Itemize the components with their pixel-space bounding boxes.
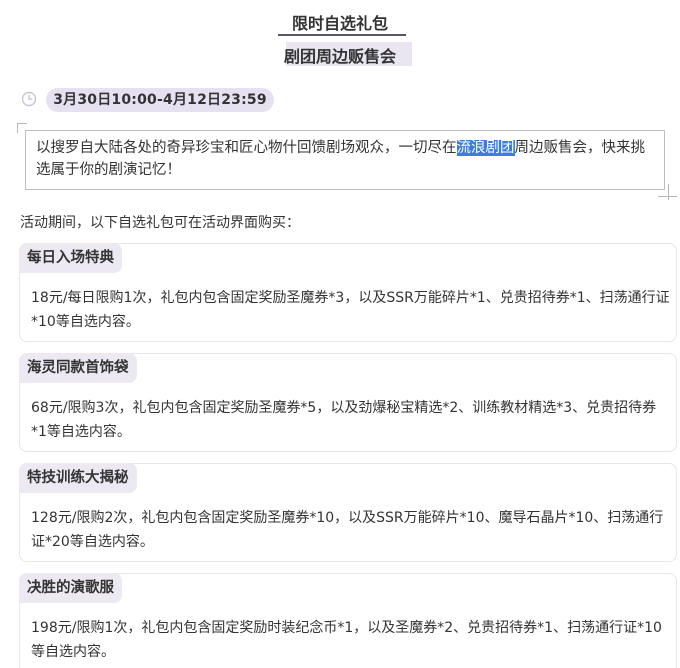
intro-highlight: 流浪剧团 bbox=[456, 140, 515, 156]
pack-name: 特技训练大揭秘 bbox=[19, 463, 137, 493]
pack-description: 68元/限购3次，礼包内包含固定奖励圣魔券*5，以及劲爆秘宝精选*2、训练教材精… bbox=[31, 400, 657, 440]
pack-name: 海灵同款首饰袋 bbox=[19, 353, 137, 383]
intro-corner-tl-h bbox=[17, 123, 27, 124]
intro-box: 以搜罗自大陆各处的奇异珍宝和匠心物什回馈剧场观众，一切尽在流浪剧团周边贩售会，快… bbox=[25, 130, 665, 190]
pack-description: 128元/限购2次，礼包内包含固定奖励圣魔券*10，以及SSR万能碎片*10、魔… bbox=[31, 510, 664, 550]
pack-description: 18元/每日限购1次，礼包内包含固定奖励圣魔券*3，以及SSR万能碎片*1、兑贵… bbox=[31, 290, 670, 330]
pack-name: 每日入场特典 bbox=[19, 243, 122, 273]
page-subtitle: 剧团周边贩售会 bbox=[283, 47, 396, 66]
intro-corner-tl-v bbox=[17, 123, 18, 133]
pack-description: 198元/限购1次，礼包内包含固定奖励时装纪念币*1，以及圣魔券*2、兑贵招待券… bbox=[31, 620, 662, 660]
intro-text-before: 以搜罗自大陆各处的奇异珍宝和匠心物什回馈剧场观众，一切尽在 bbox=[36, 140, 457, 156]
event-date-range: 3月30日10:00-4月12日23:59 bbox=[46, 88, 274, 112]
clock-icon bbox=[21, 91, 37, 107]
pack-name: 决胜的演歌服 bbox=[19, 573, 122, 603]
title-underline bbox=[278, 34, 406, 36]
page-title: 限时自选礼包 bbox=[291, 14, 388, 33]
period-label: 活动期间，以下自选礼包可在活动界面购买： bbox=[20, 215, 300, 231]
intro-corner-br-v bbox=[668, 184, 669, 200]
